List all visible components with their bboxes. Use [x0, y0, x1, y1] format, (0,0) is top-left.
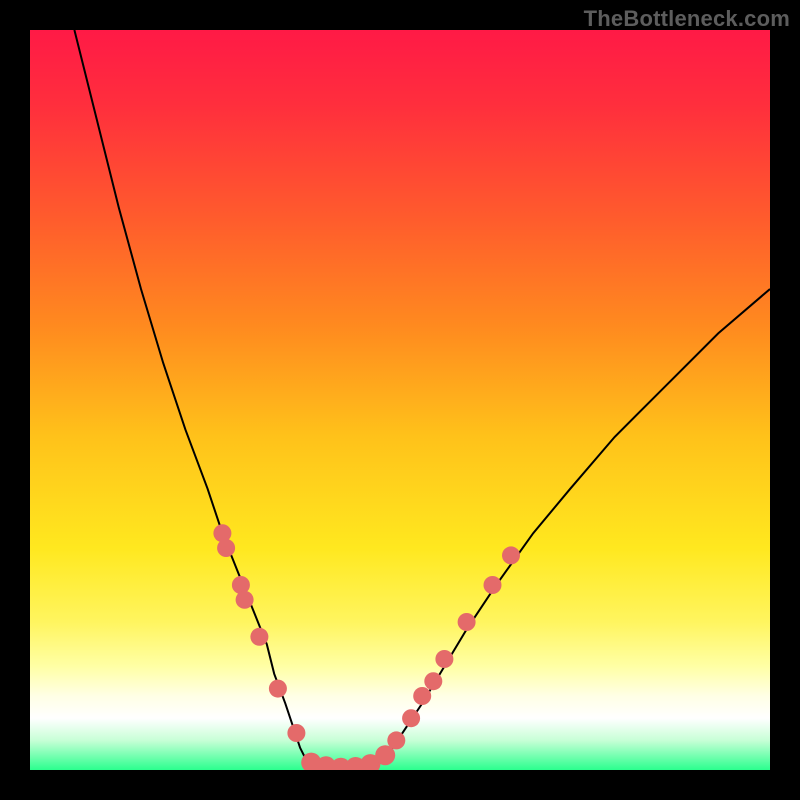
chart-frame: TheBottleneck.com [0, 0, 800, 800]
marker-point [484, 576, 502, 594]
marker-point [387, 731, 405, 749]
markers-group [213, 524, 520, 770]
marker-point [502, 546, 520, 564]
marker-point [287, 724, 305, 742]
marker-point [236, 591, 254, 609]
marker-point [402, 709, 420, 727]
plot-area [30, 30, 770, 770]
marker-point [435, 650, 453, 668]
marker-point [458, 613, 476, 631]
bottleneck-curve [74, 30, 770, 769]
curve-layer [30, 30, 770, 770]
marker-point [217, 539, 235, 557]
marker-point [269, 680, 287, 698]
marker-point [413, 687, 431, 705]
watermark-text: TheBottleneck.com [584, 6, 790, 32]
marker-point [250, 628, 268, 646]
marker-point [424, 672, 442, 690]
